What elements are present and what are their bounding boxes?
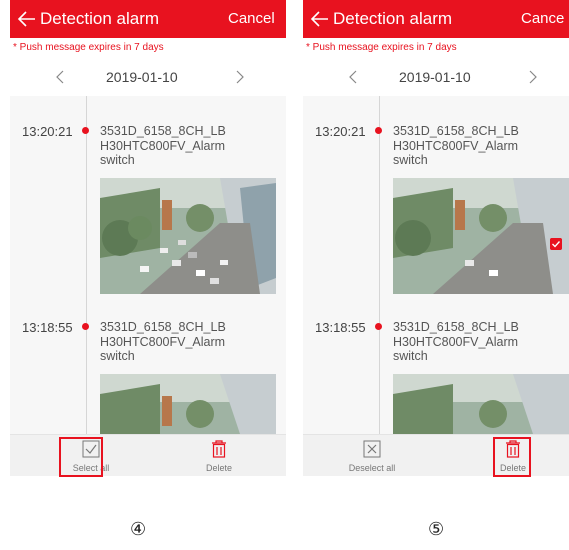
back-arrow-icon[interactable]	[14, 6, 40, 32]
expiry-notice: * Push message expires in 7 days	[303, 38, 569, 58]
chevron-left-icon[interactable]	[343, 65, 363, 89]
timeline-dot	[375, 127, 382, 134]
alarm-snapshot[interactable]	[393, 178, 569, 294]
cancel-button[interactable]: Cance	[521, 10, 564, 27]
chevron-right-icon[interactable]	[523, 65, 543, 89]
alarm-time: 13:18:55	[315, 320, 366, 335]
page-title: Detection alarm	[333, 9, 453, 28]
screen-deselect-all: Detection alarm Cance * Push message exp…	[303, 0, 569, 476]
selected-checkmark-icon[interactable]	[550, 238, 562, 250]
action-bar: Select all Delete	[10, 434, 286, 476]
delete-button[interactable]: Delete	[184, 435, 254, 476]
screen-select-all: Detection alarm Cancel * Push message ex…	[10, 0, 286, 476]
alarm-time: 13:20:21	[315, 124, 366, 139]
delete-label: Delete	[205, 463, 232, 473]
page-title: Detection alarm	[40, 9, 160, 28]
app-header: Detection alarm Cancel	[10, 0, 286, 38]
alarm-snapshot[interactable]	[393, 374, 569, 434]
current-date: 2019-01-10	[106, 69, 178, 85]
step-marker: ⑤	[428, 519, 445, 539]
step-marker: ④	[130, 519, 147, 539]
alarm-device-name[interactable]: 3531D_6158_8CH_LB H30HTC800FV_Alarm swit…	[100, 124, 240, 168]
alarm-device-name[interactable]: 3531D_6158_8CH_LB H30HTC800FV_Alarm swit…	[393, 124, 533, 168]
alarm-snapshot[interactable]	[100, 178, 276, 294]
current-date: 2019-01-10	[399, 69, 471, 85]
cancel-button[interactable]: Cancel	[228, 10, 275, 27]
highlight-box	[493, 437, 531, 477]
alarm-time: 13:18:55	[22, 320, 73, 335]
date-navigator: 2019-01-10	[303, 58, 569, 96]
timeline-dot	[82, 127, 89, 134]
timeline-dot	[82, 323, 89, 330]
chevron-left-icon[interactable]	[50, 65, 70, 89]
highlight-box	[59, 437, 103, 477]
expiry-notice: * Push message expires in 7 days	[10, 38, 286, 58]
trash-icon	[212, 440, 226, 458]
alarm-device-name[interactable]: 3531D_6158_8CH_LB H30HTC800FV_Alarm swit…	[100, 320, 240, 364]
alarm-device-name[interactable]: 3531D_6158_8CH_LB H30HTC800FV_Alarm swit…	[393, 320, 533, 364]
chevron-right-icon[interactable]	[230, 65, 250, 89]
checkbox-x-icon	[363, 440, 381, 458]
timeline-line	[379, 96, 380, 436]
timeline-dot	[375, 323, 382, 330]
back-arrow-icon[interactable]	[307, 6, 333, 32]
alarm-snapshot[interactable]	[100, 374, 276, 434]
app-header: Detection alarm Cance	[303, 0, 569, 38]
date-navigator: 2019-01-10	[10, 58, 286, 96]
deselect-all-label: Deselect all	[348, 463, 396, 473]
alarm-time: 13:20:21	[22, 124, 73, 139]
deselect-all-button[interactable]: Deselect all	[337, 435, 407, 476]
timeline-line	[86, 96, 87, 436]
